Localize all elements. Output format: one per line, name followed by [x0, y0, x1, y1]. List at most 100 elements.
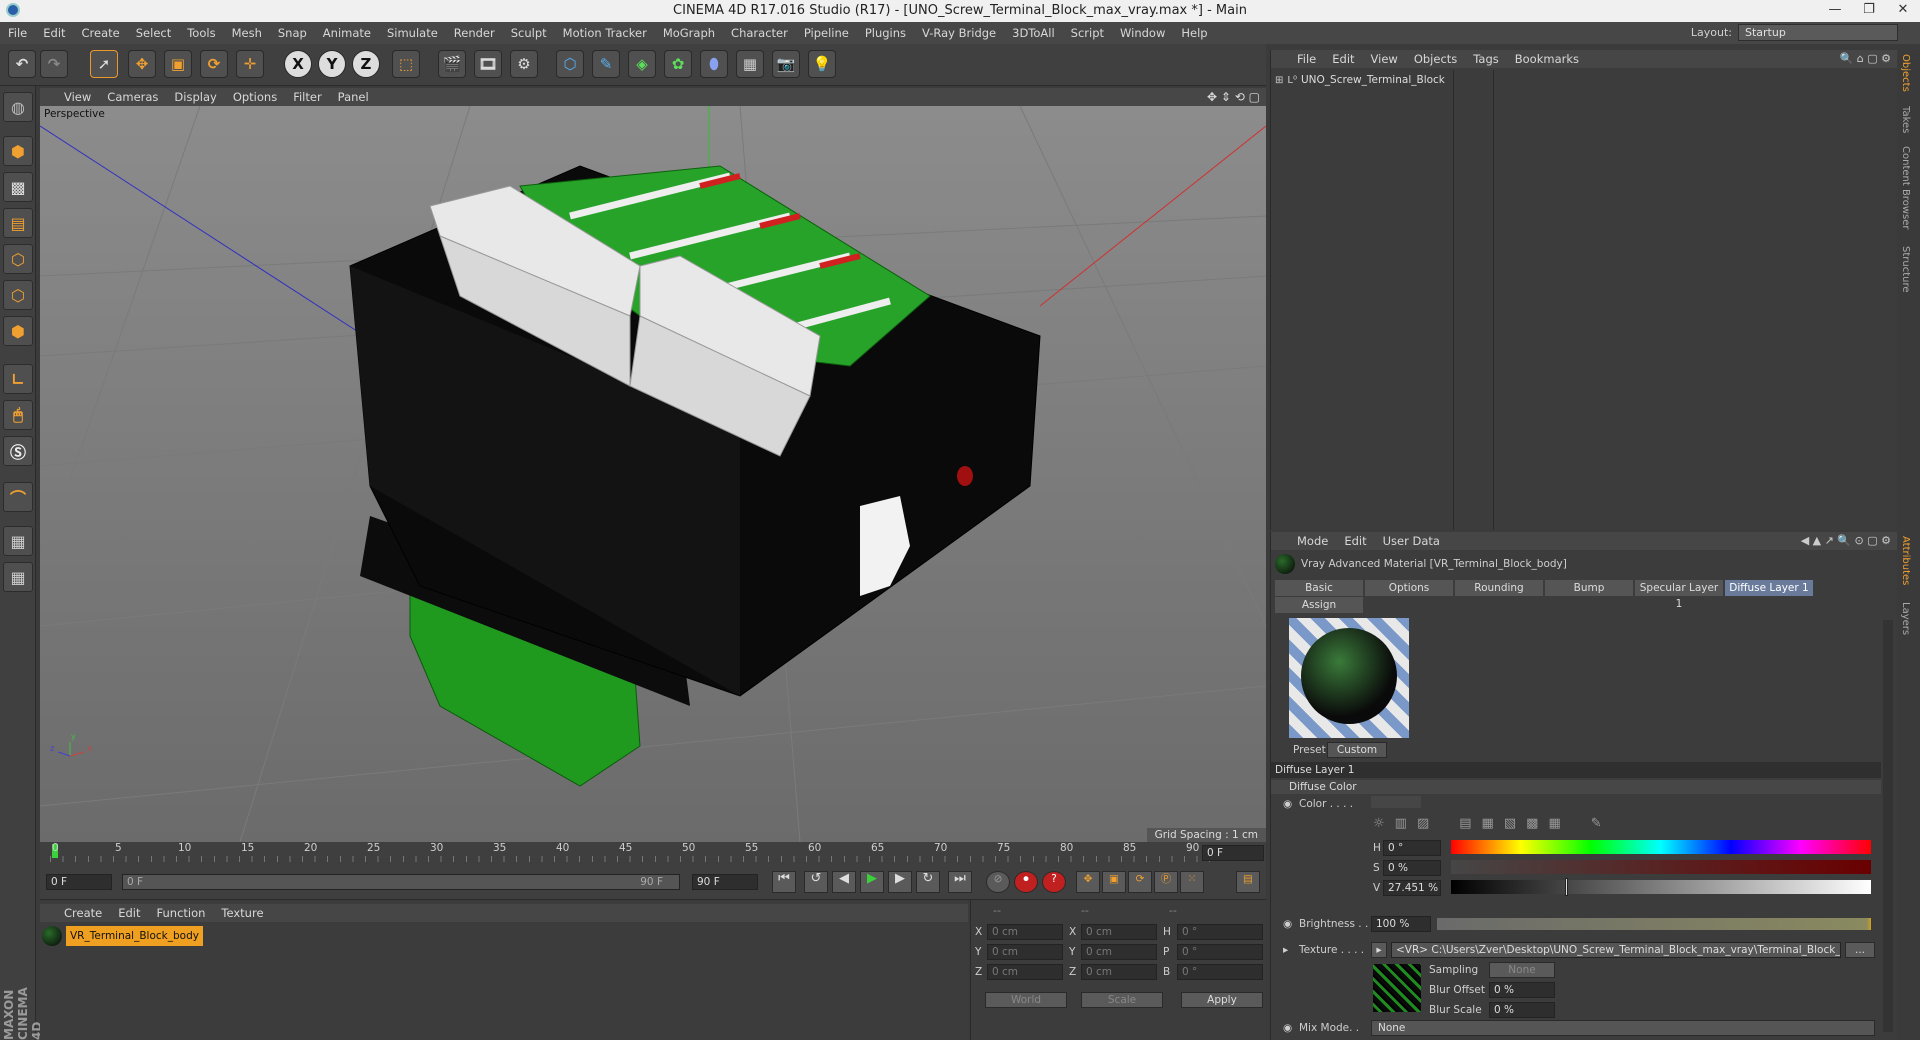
coordinate-system-icon[interactable]: ⬚: [392, 50, 420, 78]
menu-motion-tracker[interactable]: Motion Tracker: [555, 26, 655, 40]
next-key-icon[interactable]: ↻: [916, 871, 940, 893]
mat-menu-create[interactable]: Create: [56, 906, 110, 920]
menu-edit[interactable]: Edit: [35, 26, 73, 40]
vp-menu-display[interactable]: Display: [166, 90, 224, 104]
key-scale-icon[interactable]: ▣: [1102, 871, 1126, 893]
deformer-icon[interactable]: ⬮: [700, 50, 728, 78]
coord-rot-p[interactable]: 0 °: [1177, 944, 1263, 960]
subdivision-icon[interactable]: ◈: [628, 50, 656, 78]
menu-vray-bridge[interactable]: V-Ray Bridge: [914, 26, 1004, 40]
render-view-icon[interactable]: 🎬: [438, 50, 466, 78]
snap-magnet-icon[interactable]: ⌒: [3, 482, 33, 512]
eyedropper-icon[interactable]: ✎: [1591, 816, 1602, 834]
coord-size-x[interactable]: 0 cm: [1081, 924, 1157, 940]
play-icon[interactable]: ▶: [860, 871, 884, 893]
menu-pipeline[interactable]: Pipeline: [796, 26, 857, 40]
world-dropdown[interactable]: World: [985, 992, 1067, 1008]
redo-icon[interactable]: ↷: [40, 50, 68, 78]
side-tab-attributes[interactable]: Attributes: [1900, 536, 1911, 585]
solo-icon[interactable]: Ⓢ: [3, 436, 33, 466]
tab-bump[interactable]: Bump: [1545, 580, 1633, 596]
key-position-icon[interactable]: ✥: [1076, 871, 1100, 893]
polygons-mode-icon[interactable]: ⬢: [3, 316, 33, 346]
go-to-start-icon[interactable]: ⏮: [772, 871, 796, 893]
side-tab-objects[interactable]: Objects: [1900, 54, 1911, 92]
value-slider[interactable]: [1451, 878, 1871, 896]
color-mode-icons[interactable]: ☼ ▥ ▨ ▤ ▦ ▧ ▩ ▦ ✎: [1373, 816, 1633, 834]
key-pla-icon[interactable]: ⁙: [1180, 871, 1204, 893]
h-field[interactable]: 0 °: [1383, 840, 1441, 856]
frame-range-slider[interactable]: 0 F 90 F: [122, 874, 680, 890]
s-field[interactable]: 0 %: [1383, 860, 1441, 876]
tab-specular-layer-1[interactable]: Specular Layer 1: [1635, 580, 1723, 610]
obj-menu-bookmarks[interactable]: Bookmarks: [1507, 52, 1587, 66]
menu-render[interactable]: Render: [446, 26, 503, 40]
menu-character[interactable]: Character: [723, 26, 796, 40]
preset-dropdown[interactable]: Custom: [1327, 742, 1387, 758]
layout-dropdown[interactable]: Startup: [1738, 24, 1898, 41]
menu-window[interactable]: Window: [1112, 26, 1173, 40]
mat-menu-function[interactable]: Function: [149, 906, 214, 920]
render-picture-viewer-icon[interactable]: 🎞: [474, 50, 502, 78]
render-settings-icon[interactable]: ⚙: [510, 50, 538, 78]
vp-menu-view[interactable]: View: [56, 90, 99, 104]
edges-mode-icon[interactable]: ⬡: [3, 280, 33, 310]
spline-pen-icon[interactable]: ✎: [592, 50, 620, 78]
side-tab-layers[interactable]: Layers: [1900, 602, 1911, 635]
menu-script[interactable]: Script: [1063, 26, 1112, 40]
coord-size-y[interactable]: 0 cm: [1081, 944, 1157, 960]
side-tab-takes[interactable]: Takes: [1900, 106, 1911, 133]
texture-browse-button[interactable]: ...: [1845, 942, 1875, 958]
camera-icon[interactable]: 📷: [772, 50, 800, 78]
menu-create[interactable]: Create: [74, 26, 128, 40]
transform-icon[interactable]: ✛: [236, 50, 264, 78]
kelvin-icon[interactable]: ▧: [1504, 816, 1516, 834]
texture-thumbnail[interactable]: [1373, 964, 1421, 1012]
menu-tools[interactable]: Tools: [179, 26, 223, 40]
brightness-slider[interactable]: [1437, 918, 1871, 930]
attr-menu-userdata[interactable]: User Data: [1375, 534, 1448, 548]
keyframe-selection-icon[interactable]: ?: [1042, 871, 1066, 893]
planar-workplane-icon[interactable]: ▦: [3, 562, 33, 592]
texture-arrow-icon[interactable]: ▸: [1371, 942, 1387, 958]
autokey-icon[interactable]: ⏺: [1014, 871, 1038, 893]
attr-nav-icons[interactable]: ◀ ▲ ↗ 🔍 ⊙ ▢ ⚙: [1801, 534, 1891, 547]
scale-dropdown[interactable]: Scale: [1081, 992, 1163, 1008]
tab-diffuse-layer-1[interactable]: Diffuse Layer 1: [1725, 580, 1813, 596]
key-parameter-icon[interactable]: Ⓟ: [1154, 871, 1178, 893]
coord-rot-b[interactable]: 0 °: [1177, 964, 1263, 980]
side-tab-content-browser[interactable]: Content Browser: [1900, 146, 1911, 229]
model-mode-icon[interactable]: ⬢: [3, 136, 33, 166]
timeline-ruler[interactable]: 0 5 10 15 20 25 30 35 40 45 50 55 60 65 …: [40, 842, 1266, 864]
coord-pos-x[interactable]: 0 cm: [987, 924, 1063, 940]
attr-menu-mode[interactable]: Mode: [1289, 534, 1336, 548]
array-icon[interactable]: ✿: [664, 50, 692, 78]
menu-simulate[interactable]: Simulate: [379, 26, 446, 40]
obj-menu-file[interactable]: File: [1289, 52, 1324, 66]
attr-scrollbar[interactable]: [1883, 620, 1893, 1032]
side-tab-structure[interactable]: Structure: [1900, 246, 1911, 293]
restore-button[interactable]: ❐: [1852, 0, 1886, 22]
v-field[interactable]: 27.451 %: [1383, 880, 1441, 896]
menu-sculpt[interactable]: Sculpt: [503, 26, 555, 40]
attr-menu-edit[interactable]: Edit: [1336, 534, 1374, 548]
current-frame-field[interactable]: 0 F: [1202, 845, 1264, 861]
mixer-icon[interactable]: ▩: [1526, 816, 1538, 834]
material-name[interactable]: VR_Terminal_Block_body: [66, 926, 203, 946]
texture-expand-icon[interactable]: ▸: [1283, 944, 1288, 956]
undo-icon[interactable]: ↶: [8, 50, 36, 78]
rotate-icon[interactable]: ⟳: [200, 50, 228, 78]
saturation-slider[interactable]: [1451, 860, 1871, 874]
move-icon[interactable]: ✥: [128, 50, 156, 78]
material-preview[interactable]: [1289, 618, 1409, 738]
obj-menu-tags[interactable]: Tags: [1465, 52, 1506, 66]
mat-menu-edit[interactable]: Edit: [110, 906, 148, 920]
make-editable-icon[interactable]: ◍: [3, 92, 33, 122]
vp-menu-cameras[interactable]: Cameras: [99, 90, 166, 104]
menu-help[interactable]: Help: [1173, 26, 1215, 40]
viewport-nav-icons[interactable]: ✥ ⇕ ⟲ ▢: [1207, 90, 1260, 104]
apply-button[interactable]: Apply: [1181, 992, 1263, 1008]
menu-select[interactable]: Select: [128, 26, 179, 40]
object-nav-icons[interactable]: 🔍 ⌂ ▢ ⚙: [1840, 52, 1891, 65]
object-row[interactable]: ⊞ L⁰ UNO_Screw_Terminal_Block: [1275, 72, 1445, 88]
